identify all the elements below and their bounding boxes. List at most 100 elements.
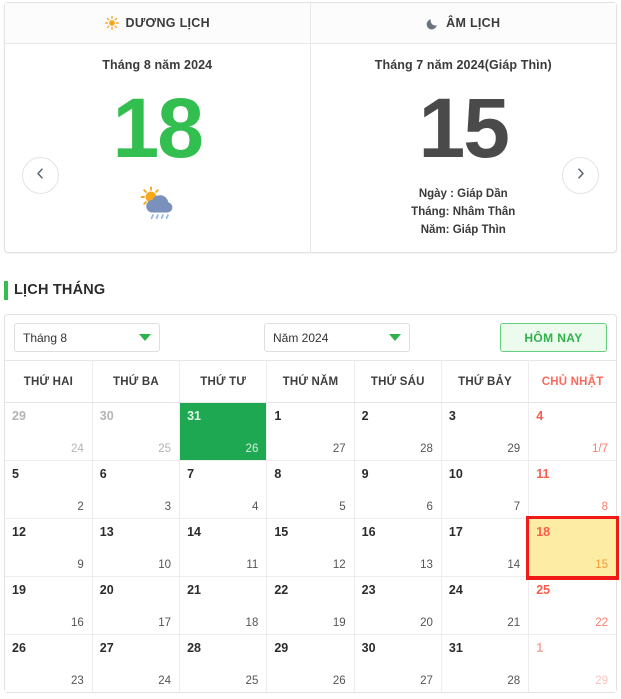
day-cell[interactable]: 4 1/7: [529, 403, 616, 460]
calendar-cell[interactable]: 14 11: [179, 518, 268, 577]
calendar-cell[interactable]: 26 23: [5, 634, 93, 692]
calendar-cell[interactable]: 4 1/7: [528, 402, 616, 461]
next-day-button[interactable]: [562, 157, 599, 194]
calendar-cell[interactable]: 29 24: [5, 402, 93, 461]
day-cell[interactable]: 23 20: [355, 577, 441, 634]
day-cell[interactable]: 15 12: [267, 519, 353, 576]
calendar-cell[interactable]: 2 28: [354, 402, 442, 461]
solar-day-label: 29: [274, 641, 289, 655]
day-cell[interactable]: 24 21: [442, 577, 528, 634]
solar-day-label: 17: [448, 525, 463, 539]
lunar-day-label: 16: [70, 617, 84, 629]
day-cell[interactable]: 63: [93, 461, 179, 518]
previous-day-button[interactable]: [22, 157, 59, 194]
day-cell[interactable]: 22 19: [267, 577, 353, 634]
calendar-cell[interactable]: 23 20: [354, 576, 442, 635]
weekday-header-5: THỨ BẢY: [441, 360, 530, 403]
can-chi-year: Năm: Giáp Thìn: [420, 223, 506, 236]
calendar-cell[interactable]: 28 25: [179, 634, 268, 692]
solar-day-label: 25: [536, 583, 551, 597]
day-cell[interactable]: 129: [5, 519, 92, 576]
calendar-cell[interactable]: 19 16: [5, 576, 93, 635]
solar-day-label: 30: [361, 641, 376, 655]
calendar-cell[interactable]: 22 19: [266, 576, 355, 635]
day-cell[interactable]: 96: [355, 461, 441, 518]
calendar-cell[interactable]: 25 22: [528, 576, 616, 635]
day-cell[interactable]: 3 29: [442, 403, 528, 460]
calendar-cell[interactable]: 29 26: [266, 634, 355, 692]
date-overview-panel: DƯƠNG LỊCH ÂM LỊCH Tháng 8 năm 2024 18 T…: [4, 2, 617, 253]
calendar-cell[interactable]: 85: [266, 460, 355, 519]
day-cell[interactable]: 25 22: [529, 577, 616, 634]
lunar-day-label: 24: [70, 443, 84, 455]
day-cell[interactable]: 14 11: [180, 519, 266, 576]
solar-day-label: 16: [361, 525, 376, 539]
day-cell[interactable]: 13 10: [93, 519, 179, 576]
lunar-day-label: 14: [507, 559, 521, 571]
calendar-cell[interactable]: 96: [354, 460, 442, 519]
day-cell[interactable]: 129: [529, 635, 616, 692]
calendar-cell[interactable]: 11 8: [528, 460, 616, 519]
day-cell[interactable]: 21 18: [180, 577, 266, 634]
day-cell[interactable]: 31 26: [180, 403, 267, 460]
calendar-cell[interactable]: 31 28: [441, 634, 530, 692]
solar-day-label: 4: [536, 409, 544, 423]
calendar-cell[interactable]: 15 12: [266, 518, 355, 577]
year-select-value: Năm 2024: [273, 330, 329, 345]
calendar-cell[interactable]: 3 29: [441, 402, 530, 461]
lunar-day-label: 1/7: [592, 443, 608, 455]
calendar-cell[interactable]: 30 25: [92, 402, 181, 461]
day-cell[interactable]: 19 16: [5, 577, 92, 634]
day-cell[interactable]: 30 25: [93, 403, 179, 460]
calendar-cell[interactable]: 129: [528, 634, 616, 692]
solar-day-label: 2: [361, 409, 369, 423]
calendar-cell[interactable]: 31 26: [179, 402, 268, 461]
calendar-cell[interactable]: 129: [5, 518, 93, 577]
tab-duong-lich[interactable]: DƯƠNG LỊCH: [5, 3, 311, 43]
calendar-cell[interactable]: 20 17: [92, 576, 181, 635]
lunar-day-label: 27: [420, 675, 433, 687]
day-cell[interactable]: 74: [180, 461, 266, 518]
tab-am-lich[interactable]: ÂM LỊCH: [311, 3, 617, 43]
day-cell[interactable]: 20 17: [93, 577, 179, 634]
calendar-cell[interactable]: 21 18: [179, 576, 268, 635]
solar-day-label: 15: [274, 525, 289, 539]
calendar-cell[interactable]: 30 27: [354, 634, 442, 692]
day-cell[interactable]: 85: [267, 461, 353, 518]
day-cell[interactable]: 29 26: [267, 635, 353, 692]
day-cell[interactable]: 31 28: [442, 635, 528, 692]
solar-day-label: 10: [448, 467, 463, 481]
day-cell[interactable]: 26 23: [5, 635, 92, 692]
today-button[interactable]: HÔM NAY: [500, 323, 607, 352]
solar-day-label: 23: [361, 583, 376, 597]
day-cell[interactable]: 18 15: [529, 519, 616, 576]
calendar-cell[interactable]: 52: [5, 460, 93, 519]
section-title-label: LỊCH THÁNG: [14, 282, 106, 298]
calendar-cell[interactable]: 10 7: [441, 460, 530, 519]
day-cell[interactable]: 30 27: [355, 635, 441, 692]
calendar-cell[interactable]: 74: [179, 460, 268, 519]
calendar-cell[interactable]: 18 15: [525, 515, 620, 580]
day-cell[interactable]: 27 24: [93, 635, 179, 692]
day-cell[interactable]: 16 13: [355, 519, 441, 576]
calendar-cell[interactable]: 13 10: [92, 518, 181, 577]
day-cell[interactable]: 2 28: [355, 403, 441, 460]
year-select[interactable]: Năm 2024: [264, 323, 410, 352]
day-cell[interactable]: 28 25: [180, 635, 266, 692]
day-cell[interactable]: 29 24: [5, 403, 92, 460]
month-select[interactable]: Tháng 8: [14, 323, 160, 352]
day-cell[interactable]: 11 8: [529, 461, 616, 518]
solar-day-label: 30: [99, 409, 114, 423]
calendar-cell[interactable]: 1 27: [266, 402, 355, 461]
day-cell[interactable]: 52: [5, 461, 92, 518]
calendar-cell[interactable]: 17 14: [441, 518, 530, 577]
calendar-cell[interactable]: 24 21: [441, 576, 530, 635]
calendar-cell[interactable]: 16 13: [354, 518, 442, 577]
calendar-cell[interactable]: 27 24: [92, 634, 181, 692]
day-cell[interactable]: 1 27: [267, 403, 353, 460]
day-cell[interactable]: 17 14: [442, 519, 528, 576]
solar-date-column: Tháng 8 năm 2024 18: [5, 44, 311, 252]
calendar-cell[interactable]: 63: [92, 460, 181, 519]
lunar-day-label: 29: [595, 675, 608, 687]
day-cell[interactable]: 10 7: [442, 461, 528, 518]
